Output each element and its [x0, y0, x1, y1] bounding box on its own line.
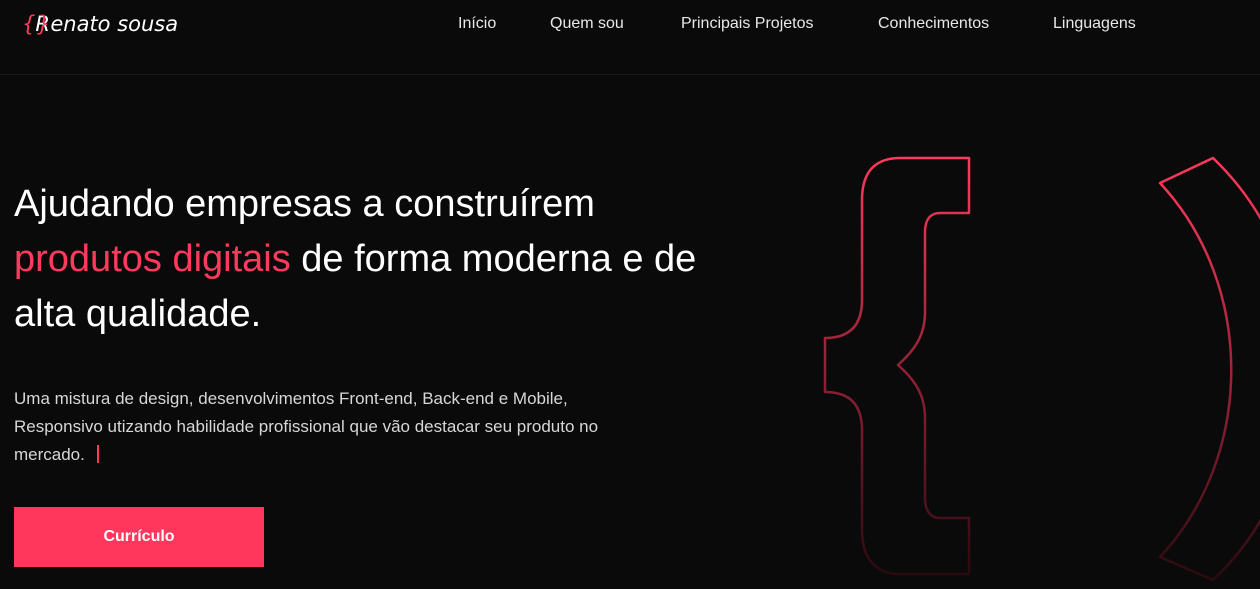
typing-cursor	[96, 445, 99, 463]
nav-link-inicio[interactable]: Início	[458, 15, 496, 33]
parenthesis-outline-icon	[1158, 156, 1260, 582]
logo-brace-open: {	[22, 12, 36, 36]
hero-description-text: Uma mistura de design, desenvolvimentos …	[14, 389, 599, 464]
decorative-braces	[823, 156, 1260, 582]
curriculo-button[interactable]: Currículo	[14, 507, 264, 567]
logo[interactable]: {R}enato sousa	[22, 12, 178, 36]
logo-brace-close: }	[36, 12, 51, 36]
curly-brace-outline-icon	[823, 156, 971, 576]
hero-title-accent: produtos digitais	[14, 238, 291, 280]
page: {R}enato sousa Início Quem sou Principai…	[0, 0, 1260, 589]
logo-text: enato sousa	[50, 12, 179, 36]
hero-title: Ajudando empresas a construírem produtos …	[14, 177, 734, 342]
hero-title-part1: Ajudando empresas a construírem	[14, 183, 595, 225]
hero-description: Uma mistura de design, desenvolvimentos …	[14, 385, 614, 469]
site-header: {R}enato sousa Início Quem sou Principai…	[0, 0, 1260, 75]
nav-link-conhecimentos[interactable]: Conhecimentos	[878, 15, 989, 33]
nav-link-principais-projetos[interactable]: Principais Projetos	[681, 15, 814, 33]
nav-link-quem-sou[interactable]: Quem sou	[550, 15, 624, 33]
nav-link-linguagens[interactable]: Linguagens	[1053, 15, 1136, 33]
